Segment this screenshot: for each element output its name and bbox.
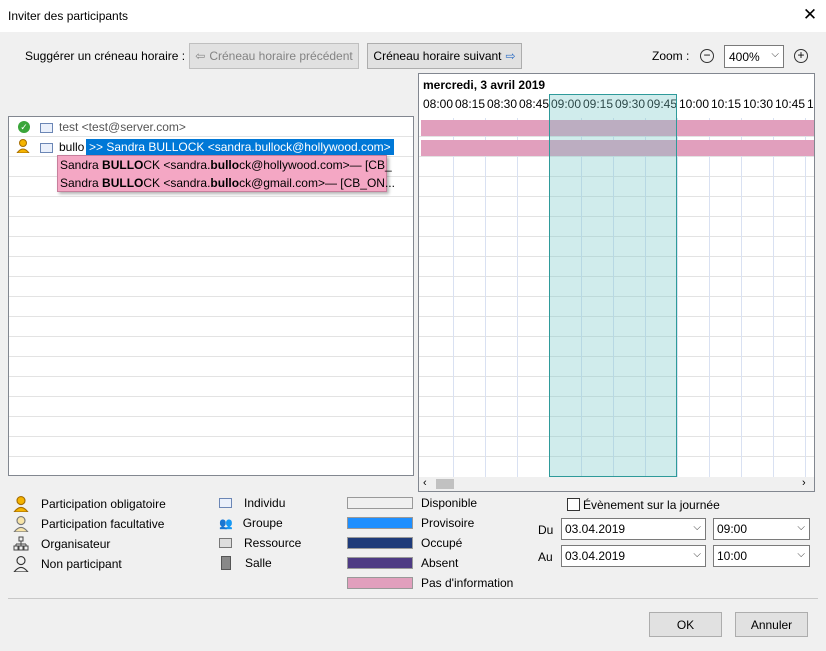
group-icon: 👥	[219, 517, 233, 530]
selected-time-slot[interactable]	[549, 94, 677, 477]
legend-group: 👥 Groupe	[219, 516, 283, 530]
cancel-button[interactable]: Annuler	[735, 612, 808, 637]
zoom-out-icon[interactable]: −	[700, 49, 714, 63]
no-info-swatch	[347, 577, 413, 589]
optional-participant-icon	[13, 516, 29, 532]
close-icon[interactable]: ✕	[801, 5, 819, 25]
organizer-icon	[13, 536, 29, 551]
time-label: 08:30	[487, 97, 518, 111]
legend-absent: Absent	[347, 556, 458, 570]
chevron-down-icon: ⌵	[771, 49, 779, 60]
legend-required: Participation obligatoire	[12, 496, 166, 512]
time-label: 10:30	[743, 97, 774, 111]
to-label: Au	[538, 550, 553, 564]
suggestion-item[interactable]: Sandra BULLOCK <sandra.bullock@gmail.com…	[60, 176, 395, 190]
legend-busy: Occupé	[347, 536, 462, 550]
legend-organizer: Organisateur	[12, 536, 110, 552]
time-label: 10:00	[679, 97, 710, 111]
legend-tentative: Provisoire	[347, 516, 474, 530]
legend-non-participant: Non participant	[12, 556, 122, 572]
time-label: 08:45	[519, 97, 550, 111]
chevron-down-icon: ⌵	[797, 522, 805, 533]
suggestion-item[interactable]: Sandra BULLOCK <sandra.bullock@hollywood…	[60, 158, 392, 172]
required-participant-icon	[15, 139, 31, 156]
chevron-down-icon: ⌵	[797, 549, 805, 560]
room-icon	[221, 556, 231, 570]
time-label: 10:15	[711, 97, 742, 111]
time-label: 08:00	[423, 97, 454, 111]
window-title: Inviter des participants	[8, 9, 129, 23]
legend-optional: Participation facultative	[12, 516, 164, 532]
zoom-label: Zoom :	[652, 49, 690, 63]
from-label: Du	[538, 523, 554, 537]
absent-swatch	[347, 557, 413, 569]
chevron-down-icon: ⌵	[693, 549, 701, 560]
check-icon: ✓	[18, 121, 30, 133]
suggest-label: Suggérer un créneau horaire :	[25, 49, 186, 63]
schedule-date: mercredi, 3 avril 2019	[423, 78, 546, 92]
chevron-down-icon: ⌵	[693, 522, 701, 533]
previous-slot-button[interactable]: ⇦ Créneau horaire précédent	[189, 43, 359, 69]
scroll-left-icon[interactable]: ‹	[423, 477, 427, 489]
individual-icon	[40, 123, 53, 133]
next-slot-button[interactable]: Créneau horaire suivant ⇨	[367, 43, 522, 69]
tentative-swatch	[347, 517, 413, 529]
participant-input[interactable]: bullo	[59, 140, 84, 154]
ok-button[interactable]: OK	[649, 612, 722, 637]
legend-individual: Individu	[219, 496, 285, 510]
available-swatch	[347, 497, 413, 509]
autocomplete-selection[interactable]: >> Sandra BULLOCK <sandra.bullock@hollyw…	[86, 139, 394, 155]
individual-icon	[40, 143, 53, 153]
from-date-field[interactable]: 03.04.2019 ⌵	[561, 518, 706, 540]
footer-separator	[8, 598, 818, 599]
from-time-field[interactable]: 09:00 ⌵	[713, 518, 810, 540]
schedule-grid[interactable]: mercredi, 3 avril 2019 08:00 08:15 08:30…	[418, 73, 815, 492]
scroll-right-icon[interactable]: ›	[802, 477, 806, 489]
time-label: 1	[807, 97, 814, 111]
individual-icon	[219, 498, 232, 508]
non-participant-icon	[13, 556, 29, 572]
allday-label: Évènement sur la journée	[583, 498, 720, 512]
zoom-in-icon[interactable]: +	[794, 49, 808, 63]
legend-no-info: Pas d'information	[347, 576, 513, 590]
time-label: 10:45	[775, 97, 806, 111]
resource-icon	[219, 538, 232, 548]
legend-room: Salle	[219, 556, 272, 570]
time-label: 08:15	[455, 97, 486, 111]
legend-available: Disponible	[347, 496, 477, 510]
arrow-left-icon: ⇦	[195, 49, 206, 63]
required-participant-icon	[13, 496, 29, 512]
to-time-field[interactable]: 10:00 ⌵	[713, 545, 810, 567]
busy-swatch	[347, 537, 413, 549]
scroll-thumb[interactable]	[436, 479, 454, 489]
legend-resource: Ressource	[219, 536, 301, 550]
allday-checkbox[interactable]	[567, 498, 580, 511]
arrow-right-icon: ⇨	[505, 49, 516, 63]
zoom-select[interactable]: 400% ⌵	[724, 45, 784, 68]
horizontal-scrollbar[interactable]: ‹ ›	[419, 477, 814, 491]
to-date-field[interactable]: 03.04.2019 ⌵	[561, 545, 706, 567]
participant-row-1[interactable]: test <test@server.com>	[59, 120, 186, 134]
